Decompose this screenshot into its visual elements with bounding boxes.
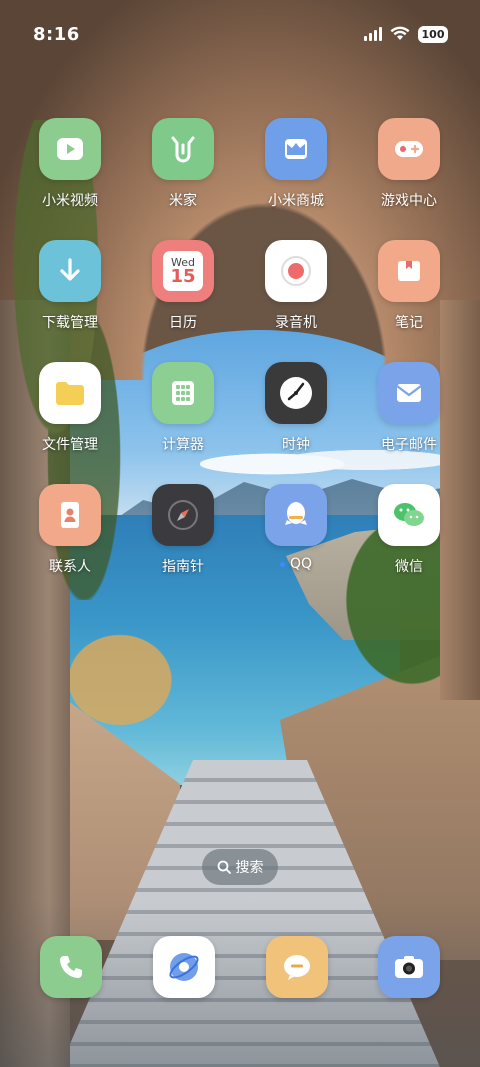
- app-contacts[interactable]: 联系人: [15, 484, 125, 576]
- calendar-icon: Wed 15: [152, 240, 214, 302]
- store-icon: [265, 118, 327, 180]
- qq-icon: [265, 484, 327, 546]
- dock-phone[interactable]: [40, 936, 102, 998]
- status-bar: 8:16 100: [0, 0, 480, 68]
- app-label: 录音机: [275, 315, 317, 331]
- mail-icon: [378, 362, 440, 424]
- notes-icon: [378, 240, 440, 302]
- app-label: 米家: [169, 193, 197, 209]
- browser-icon: [169, 953, 199, 981]
- search-button[interactable]: 搜索: [202, 849, 278, 885]
- app-calendar[interactable]: Wed 15 日历: [128, 240, 238, 332]
- mijia-icon: [152, 118, 214, 180]
- app-file-manager[interactable]: 文件管理: [15, 362, 125, 454]
- clock-icon: [265, 362, 327, 424]
- app-label: 计算器: [162, 437, 204, 453]
- app-qq[interactable]: QQ: [241, 484, 351, 572]
- app-compass[interactable]: 指南针: [128, 484, 238, 576]
- app-label: 时钟: [282, 437, 310, 453]
- dock-camera[interactable]: [378, 936, 440, 998]
- app-label: 电子邮件: [381, 437, 437, 453]
- app-mijia[interactable]: 米家: [128, 118, 238, 210]
- app-label: 小米商城: [268, 193, 324, 209]
- app-label: 文件管理: [42, 437, 98, 453]
- app-label: 小米视频: [42, 193, 98, 209]
- wechat-icon: [378, 484, 440, 546]
- folder-icon: [39, 362, 101, 424]
- app-label: QQ: [241, 556, 351, 572]
- app-label-text: QQ: [289, 556, 313, 572]
- app-label: 微信: [395, 559, 423, 575]
- compass-icon: [152, 484, 214, 546]
- app-notes[interactable]: 笔记: [354, 240, 464, 332]
- battery-icon: 100: [418, 25, 448, 43]
- dock-browser[interactable]: [153, 936, 215, 998]
- signal-icon: [364, 27, 382, 41]
- app-mi-video[interactable]: 小米视频: [15, 118, 125, 210]
- app-label: 指南针: [162, 559, 204, 575]
- wifi-icon: [390, 26, 410, 40]
- app-mi-store[interactable]: 小米商城: [241, 118, 351, 210]
- app-label: 下载管理: [42, 315, 98, 331]
- search-label: 搜索: [235, 860, 264, 876]
- status-icons: 100: [364, 25, 448, 43]
- app-label: 笔记: [395, 315, 423, 331]
- app-game-center[interactable]: 游戏中心: [354, 118, 464, 210]
- search-icon: [217, 860, 231, 874]
- app-downloads[interactable]: 下载管理: [15, 240, 125, 332]
- camera-icon: [395, 956, 423, 978]
- play-icon: [39, 118, 101, 180]
- calculator-icon: [152, 362, 214, 424]
- contacts-icon: [39, 484, 101, 546]
- gamepad-icon: [378, 118, 440, 180]
- dock-messages[interactable]: [266, 936, 328, 998]
- record-icon: [265, 240, 327, 302]
- phone-icon: [60, 956, 82, 978]
- app-wechat[interactable]: 微信: [354, 484, 464, 576]
- status-time: 8:16: [33, 23, 80, 45]
- app-label: 日历: [169, 315, 197, 331]
- new-badge-dot: [279, 561, 285, 567]
- app-clock[interactable]: 时钟: [241, 362, 351, 454]
- download-icon: [39, 240, 101, 302]
- calendar-date: 15: [170, 265, 196, 287]
- app-recorder[interactable]: 录音机: [241, 240, 351, 332]
- app-calculator[interactable]: 计算器: [128, 362, 238, 454]
- app-label: 联系人: [49, 559, 91, 575]
- message-icon: [284, 955, 310, 980]
- app-label: 游戏中心: [381, 193, 437, 209]
- app-email[interactable]: 电子邮件: [354, 362, 464, 454]
